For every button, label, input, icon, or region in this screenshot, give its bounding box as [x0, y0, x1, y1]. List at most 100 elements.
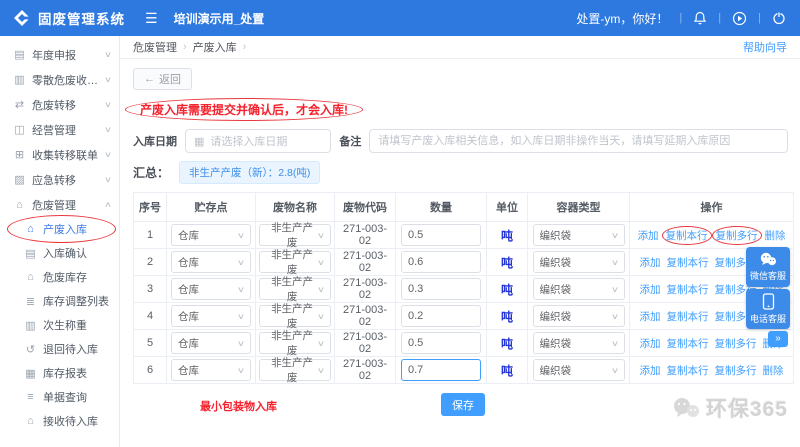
storage-select[interactable]: 仓库 ∨ — [171, 224, 251, 246]
copy-row-link[interactable]: 复制本行 — [667, 255, 709, 270]
add-link[interactable]: 添加 — [638, 228, 659, 243]
sidebar-subitem[interactable]: ⌂ 危废库存 — [0, 265, 119, 289]
sidebar-subitem[interactable]: ⌂ 接收待入库 — [0, 409, 119, 433]
add-link[interactable]: 添加 — [640, 282, 661, 297]
copy-multi-link[interactable]: 复制多行 — [711, 225, 762, 245]
sidebar-item-label: 经营管理 — [32, 124, 76, 137]
unit-text: 吨 — [500, 228, 513, 243]
column-header: 贮存点 — [166, 192, 256, 222]
phone-service-button[interactable]: 电话客服 — [746, 289, 790, 329]
sidebar-item[interactable]: ⌂ 危废管理 ∧ — [0, 192, 119, 217]
waste-name-select[interactable]: 非生产产废 ∨ — [259, 222, 331, 249]
copy-row-link[interactable]: 复制本行 — [667, 363, 709, 378]
sidebar-item[interactable]: ▨ 应急转移 ∨ — [0, 167, 119, 192]
quantity-input[interactable] — [401, 359, 481, 381]
delete-link[interactable]: 删除 — [763, 363, 784, 378]
waste-name-select[interactable]: 非生产产废 ∨ — [259, 330, 331, 357]
sidebar-item[interactable]: ▥ 零散危废收集填报 ∨ — [0, 67, 119, 92]
waste-name-select[interactable]: 非生产产废 ∨ — [259, 276, 331, 303]
add-link[interactable]: 添加 — [640, 255, 661, 270]
breadcrumb-separator-icon: › — [183, 41, 187, 53]
phone-service-label: 电话客服 — [749, 314, 786, 324]
transfer-manifest-icon: ⊞ — [14, 149, 25, 161]
save-button[interactable]: 保存 — [441, 393, 485, 416]
quantity-input[interactable] — [401, 332, 481, 354]
quantity-cell — [395, 329, 487, 357]
container-select[interactable]: 编织袋 ∨ — [532, 251, 625, 273]
help-guide-link[interactable]: 帮助向导 — [743, 39, 787, 55]
storage-select[interactable]: 仓库 ∨ — [171, 359, 251, 381]
logout-power-icon[interactable] — [772, 11, 786, 25]
sidebar-item[interactable]: ◫ 经营管理 ∨ — [0, 117, 119, 142]
chevron-down-icon: ∨ — [236, 284, 246, 294]
add-link[interactable]: 添加 — [640, 363, 661, 378]
container-cell: 编织袋 ∨ — [527, 221, 630, 249]
copy-multi-link[interactable]: 复制多行 — [715, 363, 757, 378]
sidebar-subitem-label: 库存报表 — [43, 368, 87, 380]
sidebar-item[interactable]: ⇄ 危废转移 ∨ — [0, 92, 119, 117]
sidebar-subitem-label: 退回待入库 — [43, 344, 98, 356]
container-select[interactable]: 编织袋 ∨ — [532, 224, 625, 246]
breadcrumb-level1[interactable]: 危废管理 — [133, 39, 177, 55]
guide-play-icon[interactable] — [732, 11, 747, 26]
chevron-down-icon: ∨ — [316, 311, 326, 321]
sidebar-subitem[interactable]: ≡ 单据查询 — [0, 385, 119, 409]
delete-link[interactable]: 删除 — [765, 228, 786, 243]
chevron-down-icon: ∨ — [316, 365, 326, 375]
quantity-input[interactable] — [401, 251, 481, 273]
row-actions: 添加复制本行复制多行删除 — [632, 225, 791, 245]
chevron-down-icon: ∨ — [236, 338, 246, 348]
sidebar-subitem-active[interactable]: ⌂ 产废入库 — [0, 215, 119, 243]
min-package-note: 最小包装物入库 — [200, 401, 277, 413]
copy-row-link[interactable]: 复制本行 — [667, 282, 709, 297]
chevron-down-icon: ∨ — [103, 50, 113, 59]
container-select[interactable]: 编织袋 ∨ — [532, 359, 625, 381]
unit-text: 吨 — [500, 363, 513, 378]
storage-select[interactable]: 仓库 ∨ — [171, 305, 251, 327]
unit-text: 吨 — [500, 336, 513, 351]
sidebar-item[interactable]: ▤ 年度申报 ∨ — [0, 42, 119, 67]
sidebar-subitem[interactable]: ▥ 次生称重 — [0, 313, 119, 337]
sidebar-subitem[interactable]: ↺ 退回待入库 — [0, 337, 119, 361]
add-link[interactable]: 添加 — [640, 309, 661, 324]
sidebar-subitem[interactable]: ▦ 库存报表 — [0, 361, 119, 385]
back-button[interactable]: ← 返回 — [133, 68, 192, 90]
breadcrumb-level2[interactable]: 产废入库 — [193, 39, 237, 55]
phone-icon — [762, 293, 774, 310]
collapse-chevrons-button[interactable]: » — [768, 331, 788, 347]
waste-name-select[interactable]: 非生产产废 ∨ — [259, 357, 331, 384]
wechat-service-button[interactable]: 微信客服 — [746, 247, 790, 287]
sidebar-item[interactable]: ⊞ 收集转移联单 ∨ — [0, 142, 119, 167]
storage-select-value: 仓库 — [178, 256, 199, 269]
container-cell: 编织袋 ∨ — [527, 248, 630, 276]
storage-select[interactable]: 仓库 ∨ — [171, 251, 251, 273]
secondary-weighing-icon: ▥ — [25, 319, 36, 332]
sidebar-subitem[interactable]: ≣ 库存调整列表 — [0, 289, 119, 313]
tab-training-demo[interactable]: 培训演示用_处置 — [174, 10, 265, 27]
copy-row-link[interactable]: 复制本行 — [667, 336, 709, 351]
sidebar-subitem[interactable]: ▤ 入库确认 — [0, 241, 119, 265]
page-content: ← 返回 产废入库需要提交并确认后，才会入库! 入库日期 ▦ 请选择入库日期 备… — [120, 59, 800, 416]
waste-name-select[interactable]: 非生产产废 ∨ — [259, 303, 331, 330]
waste-name-select[interactable]: 非生产产废 ∨ — [259, 249, 331, 276]
copy-row-link[interactable]: 复制本行 — [661, 225, 712, 245]
storage-select[interactable]: 仓库 ∨ — [171, 332, 251, 354]
hamburger-menu-icon[interactable]: ☰ — [145, 10, 158, 27]
quantity-cell — [395, 221, 487, 249]
storage-cell: 仓库 ∨ — [166, 356, 256, 384]
copy-multi-link[interactable]: 复制多行 — [715, 336, 757, 351]
quantity-input[interactable] — [401, 305, 481, 327]
remark-input[interactable] — [369, 129, 788, 153]
container-select[interactable]: 编织袋 ∨ — [532, 305, 625, 327]
container-select[interactable]: 编织袋 ∨ — [532, 332, 625, 354]
notification-bell-icon[interactable] — [693, 11, 707, 25]
copy-row-link[interactable]: 复制本行 — [667, 309, 709, 324]
storage-select[interactable]: 仓库 ∨ — [171, 278, 251, 300]
inbound-date-input[interactable]: ▦ 请选择入库日期 — [185, 129, 332, 153]
quantity-input[interactable] — [401, 278, 481, 300]
quantity-input[interactable] — [401, 224, 481, 246]
add-link[interactable]: 添加 — [640, 336, 661, 351]
chevron-down-icon: ∨ — [103, 125, 113, 134]
remark-field-label: 备注 — [339, 136, 362, 148]
container-select[interactable]: 编织袋 ∨ — [532, 278, 625, 300]
